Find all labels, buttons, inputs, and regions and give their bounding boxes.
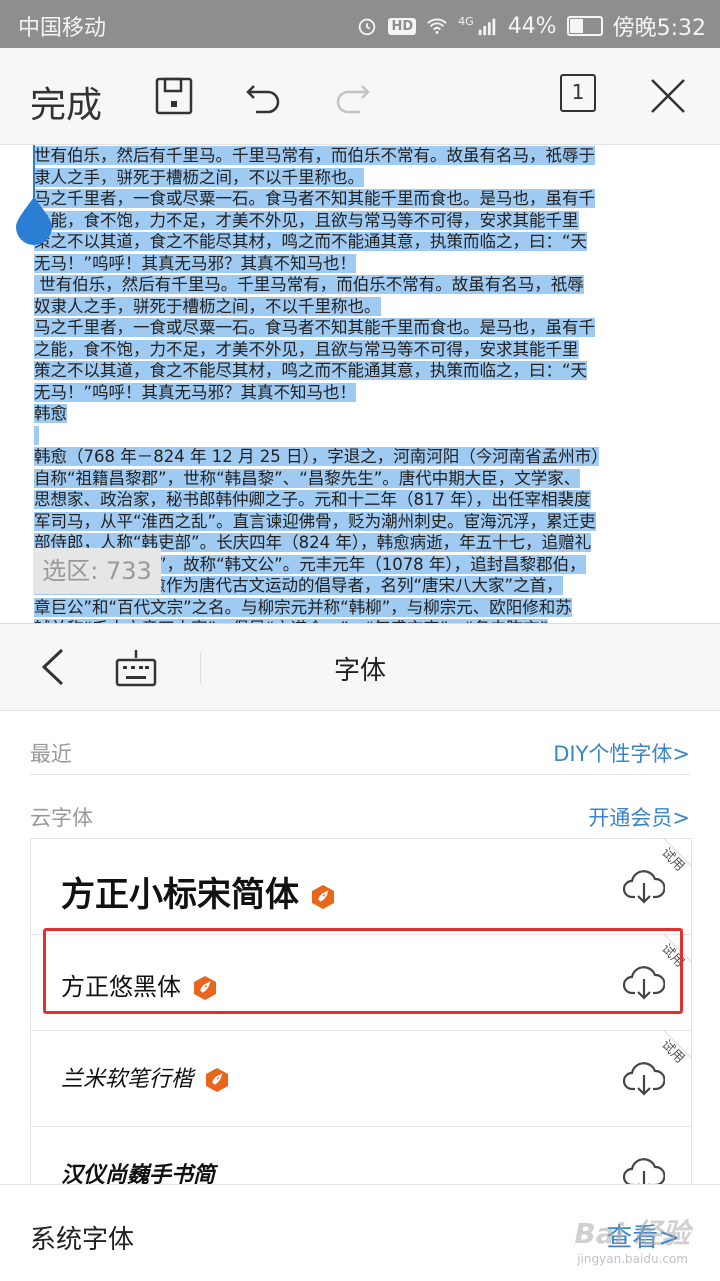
document-line[interactable]: 韩愈 bbox=[34, 403, 600, 425]
document-line-text: 韩愈 bbox=[34, 404, 67, 423]
document-line-text: 奴隶人之手，骈死于槽枥之间，不以千里称也。 bbox=[34, 296, 381, 316]
font-name: 方正小标宋简体 bbox=[61, 867, 335, 916]
watermark-logo: Bai 经验 bbox=[574, 1217, 690, 1250]
document-line-text: 军司马，从平“淮西之乱”。直言谏迎佛骨，贬为潮州刺史。宦海沉浮，累迁吏 bbox=[34, 511, 596, 531]
selection-label: 选区: bbox=[42, 557, 99, 585]
document-line[interactable]: 思想家、政治家，秘书郎韩仲卿之子。元和十二年（817 年），出任宰相裴度行 bbox=[34, 489, 600, 531]
clock: 傍晚5:32 bbox=[612, 16, 706, 41]
vip-badge-icon bbox=[312, 885, 334, 909]
font-name: 兰米软笔行楷 bbox=[61, 1061, 229, 1093]
document-line[interactable]: 自称“祖籍昌黎郡”，世称“韩昌黎”、“昌黎先生”。唐代中期大臣，文学家、 bbox=[34, 468, 600, 490]
section-divider bbox=[30, 774, 690, 775]
font-name-text: 方正小标宋简体 bbox=[61, 875, 299, 915]
trial-label: 试用 bbox=[658, 845, 688, 875]
page-icon[interactable]: 1 bbox=[560, 74, 596, 112]
selection-count: 733 bbox=[105, 557, 152, 585]
document-area[interactable]: 世有伯乐，然后有千里马。千里马常有，而伯乐不常有。故虽有名马，祇辱于奴隶人之手，… bbox=[0, 145, 720, 623]
document-line[interactable]: 马之千里者，一食或尽粟一石。食马者不知其能千里而食也。是马也，虽有千里 bbox=[34, 317, 600, 359]
watermark-url: jingyan.baidu.com bbox=[577, 1252, 688, 1266]
trial-tag: 试用 bbox=[631, 1031, 691, 1091]
font-panel-title: 字体 bbox=[333, 656, 386, 686]
document-line[interactable]: 隶人之手，骈死于槽枥之间，不以千里称也。 bbox=[34, 167, 600, 189]
save-icon[interactable] bbox=[152, 74, 196, 118]
font-panel-header: 字体 bbox=[0, 623, 720, 711]
vip-badge-icon bbox=[206, 1068, 229, 1092]
document-line[interactable]: 策之不以其道，食之不能尽其材，鸣之而不能通其意，执策而临之，曰：“天下 bbox=[34, 231, 600, 273]
recent-label: 最近 bbox=[30, 742, 72, 766]
signal-icon bbox=[478, 18, 495, 36]
battery-percent: 44% bbox=[507, 13, 557, 39]
open-vip-link[interactable]: 开通会员> bbox=[588, 802, 690, 832]
document-line[interactable]: 军司马，从平“淮西之乱”。直言谏迎佛骨，贬为潮州刺史。宦海沉浮，累迁吏 bbox=[34, 511, 600, 533]
hd-icon: HD bbox=[388, 17, 417, 35]
document-line[interactable]: 马之千里者，一食或尽粟一石。食马者不知其能千里而食也。是马也，虽有千里 bbox=[34, 188, 600, 230]
status-bar: 中国移动 HD 4G 44% 傍晚5:32 bbox=[0, 0, 720, 48]
carrier-name: 中国移动 bbox=[18, 16, 107, 41]
document-line-text: 隶人之手，骈死于槽枥之间，不以千里称也。 bbox=[34, 167, 364, 187]
document-line[interactable]: 无马！”呜呼！其真无马邪？其真不知马也！ bbox=[34, 382, 600, 404]
done-button[interactable]: 完成 bbox=[30, 76, 102, 128]
wifi-icon bbox=[427, 18, 447, 34]
font-name-text: 兰米软笔行楷 bbox=[61, 1067, 194, 1092]
battery-icon bbox=[566, 16, 603, 36]
document-line-text: 章巨公”和“百代文宗”之名。与柳宗元并称“韩柳”，与柳宗元、欧阳修和苏 bbox=[34, 597, 572, 617]
document-line[interactable]: 世有伯乐，然后有千里马。千里马常有，而伯乐不常有。故虽有名马，祇辱于 bbox=[34, 274, 600, 316]
font-item[interactable]: 方正小标宋简体 试用 bbox=[31, 839, 691, 935]
selection-handle[interactable] bbox=[14, 145, 54, 245]
document-line-text: 自称“祖籍昌黎郡”，世称“韩昌黎”、“昌黎先生”。唐代中期大臣，文学家、 bbox=[34, 468, 581, 488]
document-line[interactable]: 韩愈（768 年－824 年 12 月 25 日），字退之，河南河阳（今河南省孟… bbox=[34, 446, 600, 488]
redo-icon[interactable] bbox=[330, 74, 374, 118]
document-line-text bbox=[34, 425, 40, 445]
diy-font-link[interactable]: DIY个性字体> bbox=[553, 738, 690, 768]
document-line[interactable]: 之能，食不饱，力不足，才美不外见，且欲与常马等不可得，安求其能千里也？ bbox=[34, 339, 600, 380]
document-line[interactable]: 无马！”呜呼！其真无马邪？其真不知马也！ bbox=[34, 253, 600, 275]
status-icons: HD 4G 44% 傍晚5:32 bbox=[356, 10, 706, 42]
trial-tag: 试用 bbox=[631, 839, 691, 899]
undo-icon[interactable] bbox=[242, 74, 286, 118]
document-line-text: 无马！”呜呼！其真无马邪？其真不知马也！ bbox=[34, 253, 357, 273]
trial-label: 试用 bbox=[658, 1037, 688, 1067]
document-line-text: 无马！”呜呼！其真无马邪？其真不知马也！ bbox=[34, 382, 357, 402]
network-type: 4G bbox=[458, 14, 474, 28]
highlight-annotation-box bbox=[43, 928, 683, 1014]
document-line[interactable]: 策之不以其道，食之不能尽其材，鸣之而不能通其意，执策而临之，曰：“天下 bbox=[34, 360, 600, 402]
system-fonts-label: 系统字体 bbox=[30, 1225, 135, 1255]
font-item[interactable]: 兰米软笔行楷 试用 bbox=[31, 1031, 691, 1127]
document-line[interactable]: 世有伯乐，然后有千里马。千里马常有，而伯乐不常有。故虽有名马，祇辱于奴 bbox=[34, 145, 600, 187]
cloud-font-list: 方正小标宋简体 试用 方正悠黑体 试用 兰米软笔行楷 试用 汉仪尚巍手书简 bbox=[30, 838, 692, 1199]
close-icon[interactable] bbox=[646, 74, 690, 118]
document-line[interactable]: 章巨公”和“百代文宗”之名。与柳宗元并称“韩柳”，与柳宗元、欧阳修和苏 bbox=[34, 597, 600, 619]
editor-toolbar: 完成 1 bbox=[0, 48, 720, 145]
alarm-icon bbox=[359, 18, 376, 36]
selection-count-badge: 选区: 733 bbox=[33, 548, 161, 594]
document-line[interactable]: 之能，食不饱，力不足，才美不外见，且欲与常马等不可得，安求其能千里也？ bbox=[34, 210, 600, 251]
document-line[interactable] bbox=[34, 425, 600, 447]
cloud-font-label: 云字体 bbox=[30, 806, 93, 830]
document-line[interactable]: 奴隶人之手，骈死于槽枥之间，不以千里称也。 bbox=[34, 296, 600, 318]
